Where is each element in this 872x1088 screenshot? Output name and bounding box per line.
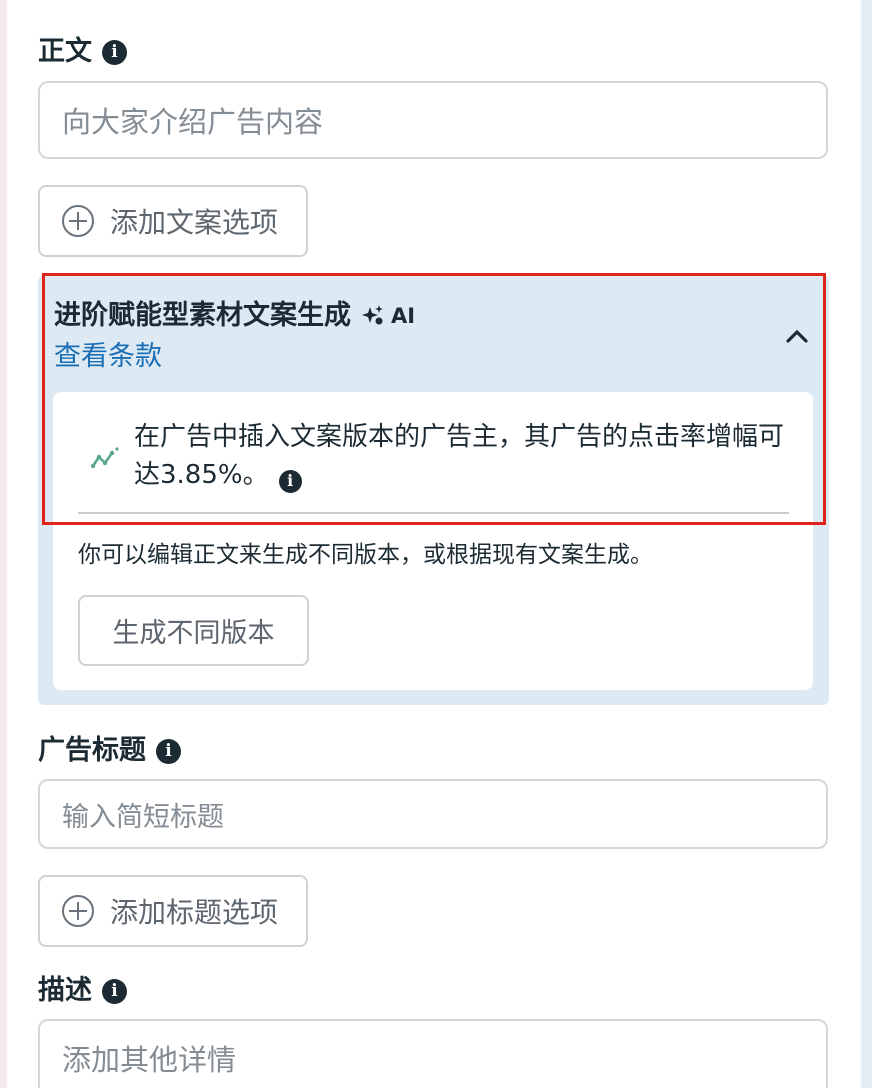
view-terms-link[interactable]: 查看条款 (54, 339, 162, 375)
add-headline-option-label: 添加标题选项 (110, 896, 279, 929)
headline-input[interactable]: 输入简短标题 (38, 779, 828, 849)
ai-stat-block: 在广告中插入文案版本的广告主，其广告的点击率增幅可达3.85%。 i (134, 418, 794, 494)
info-icon[interactable]: i (278, 469, 302, 493)
generate-variants-label: 生成不同版本 (112, 618, 275, 649)
ai-badge: AI (361, 298, 415, 334)
description-label: 描述 (38, 975, 92, 1006)
body-label-row: 正文 i (38, 35, 127, 69)
plus-circle-icon (62, 205, 94, 237)
description-input[interactable]: 添加其他详情 (38, 1019, 828, 1088)
add-body-option-button[interactable]: 添加文案选项 (38, 185, 308, 257)
trend-line-icon (90, 447, 119, 469)
body-label: 正文 (38, 36, 92, 67)
ai-panel-header: 进阶赋能型素材文案生成 AI (54, 298, 415, 334)
body-text-placeholder: 向大家介绍广告内容 (62, 105, 324, 139)
generate-variants-button[interactable]: 生成不同版本 (78, 595, 309, 666)
add-headline-option-button[interactable]: 添加标题选项 (38, 875, 308, 947)
ai-stat-text: 在广告中插入文案版本的广告主，其广告的点击率增幅可达3.85%。 (134, 422, 785, 490)
description-label-row: 描述 i (38, 974, 127, 1008)
ai-panel-title: 进阶赋能型素材文案生成 (54, 300, 351, 331)
body-text-input[interactable]: 向大家介绍广告内容 (38, 81, 828, 159)
info-icon[interactable]: i (102, 978, 127, 1004)
ai-hint-text: 你可以编辑正文来生成不同版本，或根据现有文案生成。 (78, 542, 653, 568)
ai-badge-label: AI (391, 304, 416, 328)
info-icon[interactable]: i (102, 39, 127, 65)
info-icon[interactable]: i (156, 738, 181, 764)
plus-circle-icon (62, 895, 94, 927)
sparkle-icon (362, 305, 383, 325)
divider (78, 512, 789, 514)
headline-label: 广告标题 (38, 735, 146, 766)
description-placeholder: 添加其他详情 (62, 1043, 237, 1077)
headline-placeholder: 输入简短标题 (62, 801, 224, 833)
add-body-option-label: 添加文案选项 (110, 206, 279, 239)
chevron-up-icon[interactable] (785, 326, 809, 346)
headline-label-row: 广告标题 i (38, 734, 181, 768)
